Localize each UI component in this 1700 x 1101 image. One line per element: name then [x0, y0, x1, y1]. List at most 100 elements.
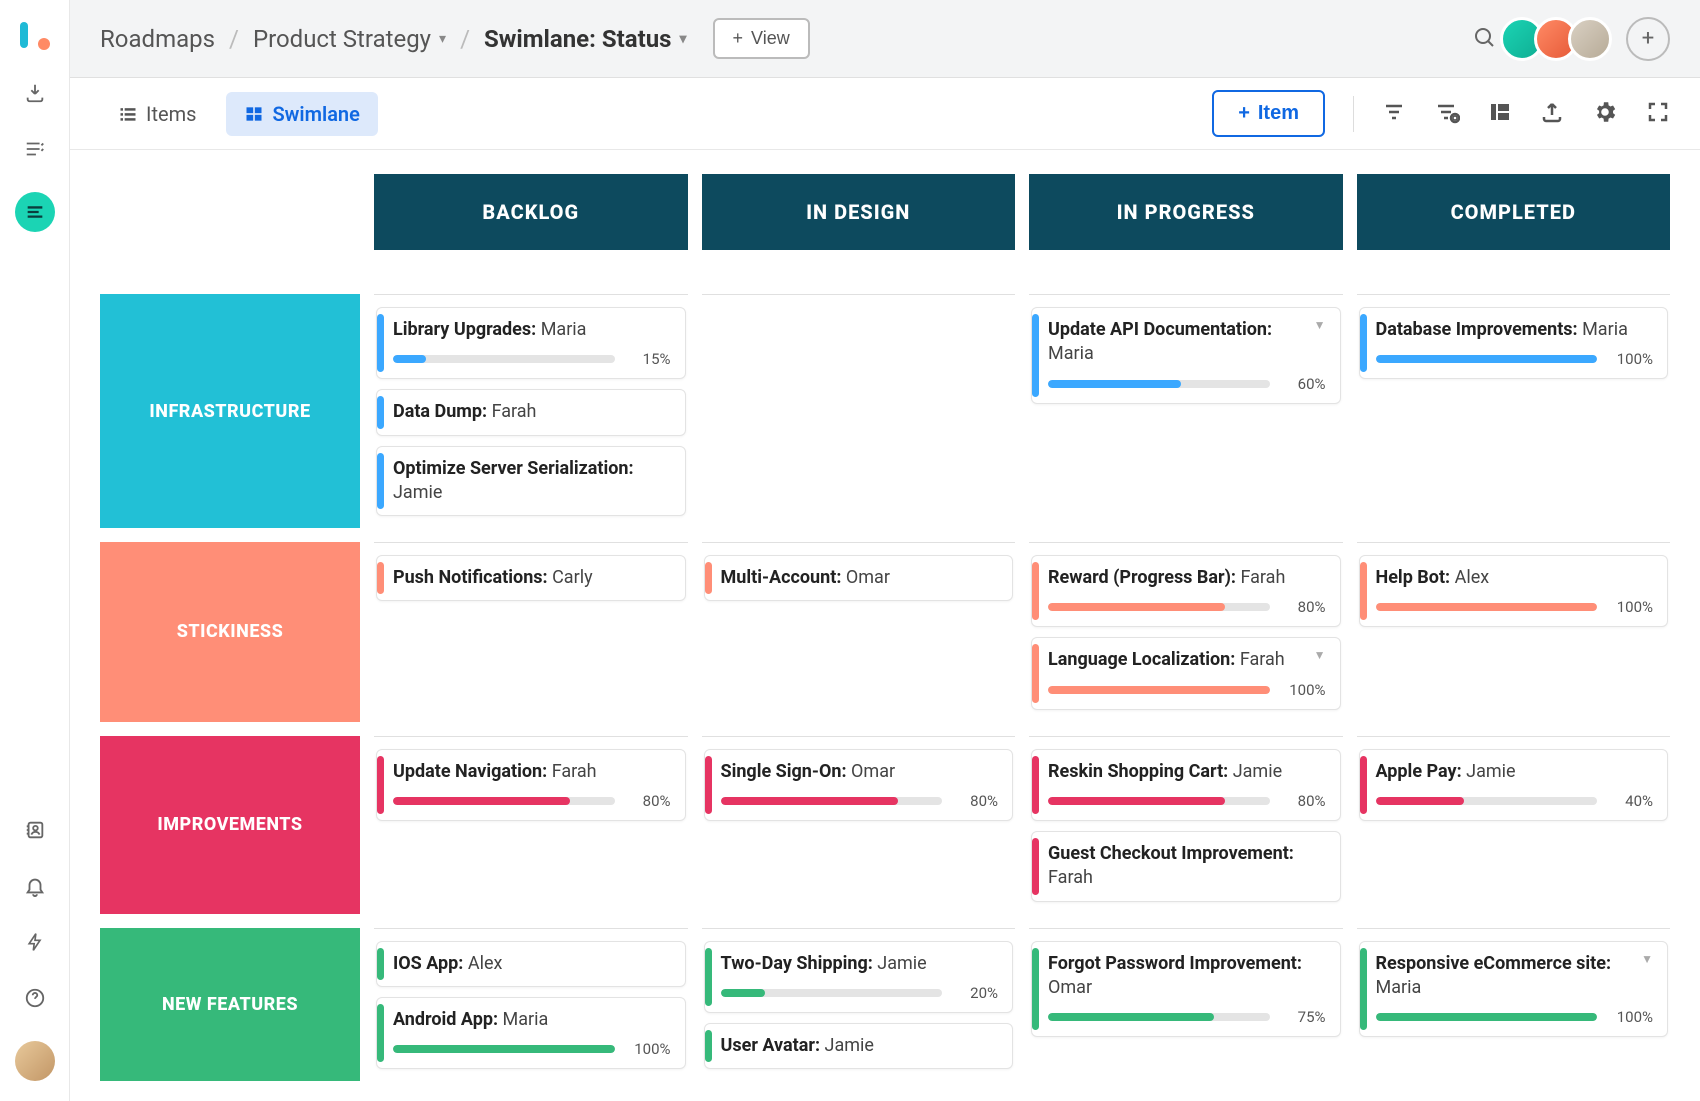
app-logo: [20, 20, 50, 50]
card-title: Apple Pay: Jamie: [1376, 760, 1516, 784]
card-stripe: [377, 453, 384, 510]
add-view-button[interactable]: + View: [713, 18, 810, 59]
export-icon[interactable]: [1540, 100, 1564, 128]
breadcrumb-group[interactable]: Product Strategy ▾: [253, 25, 446, 53]
search-icon[interactable]: [1472, 25, 1496, 53]
progress-percent: 100%: [1609, 1008, 1653, 1026]
bolt-icon[interactable]: [22, 929, 48, 955]
add-item-button[interactable]: + Item: [1212, 90, 1325, 137]
card-menu-icon[interactable]: ▼: [1314, 648, 1326, 662]
card-title: Reward (Progress Bar): Farah: [1048, 566, 1285, 590]
lane-label[interactable]: STICKINESS: [100, 542, 360, 722]
progress-percent: 100%: [1282, 681, 1326, 699]
column-header: COMPLETED: [1357, 174, 1671, 250]
avatar[interactable]: [1568, 17, 1612, 61]
swimlane-nav-icon[interactable]: [15, 192, 55, 232]
card[interactable]: Database Improvements: Maria 100%: [1359, 307, 1669, 379]
lane-cell[interactable]: Database Improvements: Maria 100%: [1357, 294, 1671, 528]
lane-cell[interactable]: Update Navigation: Farah80%: [374, 736, 688, 914]
lane-cell[interactable]: IOS App: Alex Android App: Maria 100%: [374, 928, 688, 1082]
lane-cell[interactable]: Apple Pay: Jamie 40%: [1357, 736, 1671, 914]
lane-label[interactable]: IMPROVEMENTS: [100, 736, 360, 914]
card[interactable]: IOS App: Alex: [376, 941, 686, 987]
lane-cell[interactable]: Push Notifications: Carly: [374, 542, 688, 722]
lane-cell[interactable]: Forgot Password Improvement: Omar75%: [1029, 928, 1343, 1082]
lane-cell[interactable]: Reskin Shopping Cart: Jamie80% Guest Chec…: [1029, 736, 1343, 914]
lane-cell[interactable]: Help Bot: Alex100%: [1357, 542, 1671, 722]
card[interactable]: Reward (Progress Bar): Farah80%: [1031, 555, 1341, 627]
breadcrumb-view[interactable]: Swimlane: Status ▾: [484, 25, 687, 53]
progress-percent: 100%: [1609, 350, 1653, 368]
filter-icon[interactable]: [1382, 100, 1406, 128]
lane-label[interactable]: INFRASTRUCTURE: [100, 294, 360, 528]
breadcrumb-sep: /: [229, 25, 239, 53]
card[interactable]: Responsive eCommerce site: Maria▼100%: [1359, 941, 1669, 1038]
tab-swimlane[interactable]: Swimlane: [226, 92, 377, 136]
lane-cell[interactable]: Multi-Account: Omar: [702, 542, 1016, 722]
card-title: Data Dump: Farah: [393, 400, 536, 424]
card[interactable]: Push Notifications: Carly: [376, 555, 686, 601]
link-filter-icon[interactable]: [1434, 100, 1460, 128]
lane-label[interactable]: NEW FEATURES: [100, 928, 360, 1082]
card[interactable]: Guest Checkout Improvement: Farah: [1031, 831, 1341, 902]
list-icon[interactable]: [22, 136, 48, 162]
card-stripe: [377, 562, 384, 594]
tab-items[interactable]: Items: [100, 92, 214, 136]
fullscreen-icon[interactable]: [1646, 100, 1670, 128]
card[interactable]: Help Bot: Alex100%: [1359, 555, 1669, 627]
card[interactable]: User Avatar: Jamie: [704, 1023, 1014, 1069]
breadcrumb-root[interactable]: Roadmaps: [100, 25, 215, 53]
current-user-avatar[interactable]: [15, 1041, 55, 1081]
card[interactable]: Update API Documentation: Maria▼60%: [1031, 307, 1341, 404]
card-title: Single Sign-On: Omar: [721, 760, 896, 784]
progress-bar: 100%: [1376, 1008, 1654, 1026]
card[interactable]: Multi-Account: Omar: [704, 555, 1014, 601]
lane-cell[interactable]: Reward (Progress Bar): Farah80%Language …: [1029, 542, 1343, 722]
swimlane-board: BACKLOG IN DESIGN IN PROGRESS COMPLETED …: [70, 150, 1700, 1101]
progress-bar: 20%: [721, 984, 999, 1002]
card-title: Library Upgrades: Maria: [393, 318, 586, 342]
settings-icon[interactable]: [1592, 99, 1618, 129]
card-title: Help Bot: Alex: [1376, 566, 1490, 590]
card[interactable]: Data Dump: Farah: [376, 389, 686, 435]
lane-cell[interactable]: Library Upgrades: Maria15% Data Dump: Far…: [374, 294, 688, 528]
card[interactable]: Update Navigation: Farah80%: [376, 749, 686, 821]
column-header: IN DESIGN: [702, 174, 1016, 250]
progress-bar: 80%: [1048, 792, 1326, 810]
card[interactable]: Optimize Server Serialization: Jamie: [376, 446, 686, 517]
progress-percent: 100%: [627, 1040, 671, 1058]
lane-cell[interactable]: [702, 294, 1016, 528]
card-stripe: [377, 1004, 384, 1062]
collaborator-avatars[interactable]: [1510, 17, 1612, 61]
progress-percent: 40%: [1609, 792, 1653, 810]
card[interactable]: Two-Day Shipping: Jamie 20%: [704, 941, 1014, 1013]
card[interactable]: Reskin Shopping Cart: Jamie80%: [1031, 749, 1341, 821]
lane-cell[interactable]: Single Sign-On: Omar 80%: [702, 736, 1016, 914]
plus-icon: +: [733, 28, 744, 49]
card-menu-icon[interactable]: ▼: [1314, 318, 1326, 332]
card-title: Two-Day Shipping: Jamie: [721, 952, 927, 976]
card[interactable]: Library Upgrades: Maria15%: [376, 307, 686, 379]
card-title: Reskin Shopping Cart: Jamie: [1048, 760, 1282, 784]
card-menu-icon[interactable]: ▼: [1641, 952, 1653, 966]
add-collaborator-button[interactable]: +: [1626, 17, 1670, 61]
help-icon[interactable]: [22, 985, 48, 1011]
progress-percent: 80%: [1282, 792, 1326, 810]
columns-icon[interactable]: [1488, 100, 1512, 128]
card-title: Android App: Maria: [393, 1008, 548, 1032]
lane-cell[interactable]: Two-Day Shipping: Jamie 20% User Avatar: J…: [702, 928, 1016, 1082]
card-stripe: [1032, 756, 1039, 814]
notifications-icon[interactable]: [22, 873, 48, 899]
lane-cell[interactable]: Responsive eCommerce site: Maria▼100%: [1357, 928, 1671, 1082]
import-icon[interactable]: [22, 80, 48, 106]
card[interactable]: Android App: Maria 100%: [376, 997, 686, 1069]
card[interactable]: Language Localization: Farah▼100%: [1031, 637, 1341, 709]
card-title: Update API Documentation: Maria: [1048, 318, 1308, 367]
card[interactable]: Apple Pay: Jamie 40%: [1359, 749, 1669, 821]
lane-cell[interactable]: Update API Documentation: Maria▼60%: [1029, 294, 1343, 528]
card[interactable]: Single Sign-On: Omar 80%: [704, 749, 1014, 821]
contacts-icon[interactable]: [22, 817, 48, 843]
card[interactable]: Forgot Password Improvement: Omar75%: [1031, 941, 1341, 1038]
card-title: Database Improvements: Maria: [1376, 318, 1628, 342]
progress-bar: 80%: [721, 792, 999, 810]
